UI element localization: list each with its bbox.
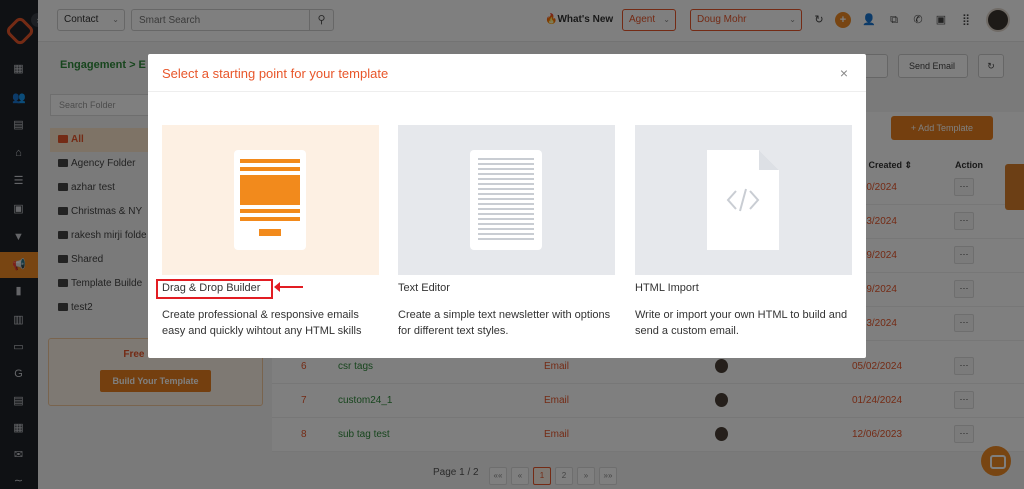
card-title[interactable]: Text Editor (398, 282, 615, 294)
modal-title: Select a starting point for your templat… (162, 66, 389, 81)
card-title[interactable]: HTML Import (635, 282, 852, 294)
pointer-arrow (274, 282, 303, 292)
card-description: Create professional & responsive emails … (162, 309, 362, 337)
card-title[interactable]: Drag & Drop Builder (156, 279, 379, 299)
drag-drop-illustration (162, 125, 379, 275)
html-import-illustration (635, 125, 852, 275)
card-description: Write or import your own HTML to build a… (635, 309, 848, 337)
template-start-modal: Select a starting point for your templat… (148, 54, 866, 358)
close-icon[interactable]: × (840, 65, 848, 81)
card-description: Create a simple text newsletter with opt… (398, 309, 611, 337)
modal-header: Select a starting point for your templat… (148, 54, 866, 92)
highlight-box (156, 279, 273, 299)
text-editor-card[interactable]: Text Editor Create a simple text newslet… (398, 125, 615, 339)
text-editor-illustration (398, 125, 615, 275)
drag-drop-builder-card[interactable]: Drag & Drop Builder Create professional … (156, 125, 379, 339)
html-import-card[interactable]: HTML Import Write or import your own HTM… (635, 125, 852, 339)
